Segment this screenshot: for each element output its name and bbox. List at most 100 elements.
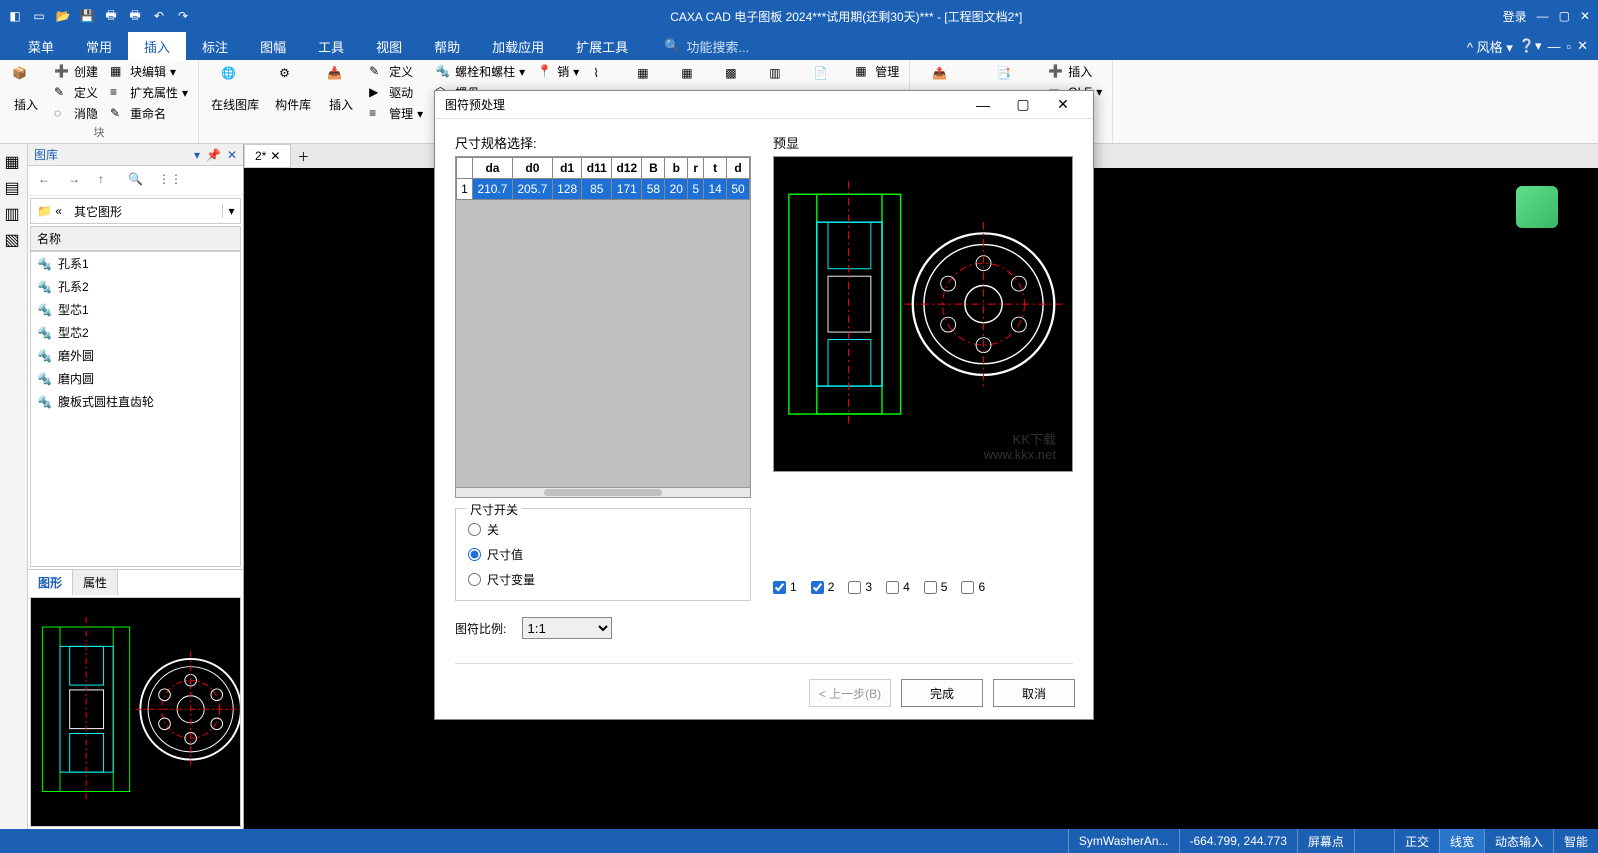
create-button[interactable]: ➕创建 bbox=[50, 62, 102, 81]
tab-attr[interactable]: 属性 bbox=[73, 570, 118, 595]
list-item[interactable]: 🔩腹板式圆柱直齿轮 bbox=[31, 390, 240, 413]
menu-item-view[interactable]: 视图 bbox=[360, 32, 418, 61]
manage-button[interactable]: ≡管理 ▾ bbox=[365, 104, 427, 123]
check-6[interactable]: 6 bbox=[961, 580, 985, 594]
partlib-button[interactable]: ⚙构件库 bbox=[269, 62, 317, 117]
define2-icon: ✎ bbox=[369, 64, 385, 80]
login-link[interactable]: 登录 bbox=[1503, 8, 1527, 25]
status-linewidth[interactable]: 线宽 bbox=[1439, 829, 1484, 853]
radio-var[interactable]: 尺寸变量 bbox=[468, 567, 738, 592]
list-item[interactable]: 🔩型芯1 bbox=[31, 298, 240, 321]
dialog-close-icon[interactable]: ✕ bbox=[1043, 96, 1083, 113]
check-5[interactable]: 5 bbox=[924, 580, 948, 594]
side-close-icon[interactable]: ✕ bbox=[227, 148, 237, 162]
search-icon: 🔍 bbox=[664, 38, 680, 54]
menu-item-addin[interactable]: 加载应用 bbox=[476, 32, 560, 61]
status-dyn[interactable]: 动态输入 bbox=[1484, 829, 1553, 853]
rail-icon-4[interactable]: ▧ bbox=[5, 230, 23, 248]
doc-tab-add[interactable]: ＋ bbox=[291, 148, 315, 165]
dialog-max-icon[interactable]: ▢ bbox=[1003, 96, 1043, 113]
insert3-button[interactable]: ➕插入 bbox=[1044, 62, 1106, 81]
maximize-icon[interactable]: ▢ bbox=[1559, 9, 1570, 23]
ribbon-group-block: 📦 插入 ➕创建 ✎定义 ◌消隐 ▦块编辑 ▾ ≡扩充属性 ▾ ✎重命名 块 bbox=[0, 60, 199, 143]
rail-icon-1[interactable]: ▦ bbox=[5, 152, 23, 170]
up-icon[interactable]: ↑ bbox=[98, 172, 116, 190]
list-item[interactable]: 🔩磨外圆 bbox=[31, 344, 240, 367]
bolt-button[interactable]: 🔩螺栓和螺柱 ▾ bbox=[431, 62, 529, 81]
prev-button[interactable]: < 上一步(B) bbox=[809, 679, 891, 707]
minimize-icon[interactable]: — bbox=[1537, 9, 1549, 23]
table-row[interactable]: 1 210.7 205.7 128 85 171 58 20 5 14 50 bbox=[457, 179, 750, 200]
close2-icon[interactable]: ✕ bbox=[1577, 38, 1588, 54]
path-drop-icon[interactable]: ▾ bbox=[222, 204, 240, 218]
menu-item-annot[interactable]: 标注 bbox=[186, 32, 244, 61]
rename-button[interactable]: ✎重命名 bbox=[106, 104, 192, 123]
menu-item-help[interactable]: 帮助 bbox=[418, 32, 476, 61]
status-screen[interactable]: 屏幕点 bbox=[1297, 829, 1354, 853]
view-icon[interactable]: ⋮⋮ bbox=[158, 172, 176, 190]
blockedit-button[interactable]: ▦块编辑 ▾ bbox=[106, 62, 192, 81]
menu-item-insert[interactable]: 插入 bbox=[128, 32, 186, 61]
table-scrollbar[interactable] bbox=[455, 488, 751, 498]
tab-shape[interactable]: 图形 bbox=[28, 570, 73, 595]
radio-off[interactable]: 关 bbox=[468, 517, 738, 542]
hide-button[interactable]: ◌消隐 bbox=[50, 104, 102, 123]
doc-tab[interactable]: 2* ✕ bbox=[244, 144, 291, 168]
check-4[interactable]: 4 bbox=[886, 580, 910, 594]
side-path[interactable]: 📁 « 其它图形 ▾ bbox=[30, 198, 241, 224]
menu-item-tools[interactable]: 工具 bbox=[302, 32, 360, 61]
check-1[interactable]: 1 bbox=[773, 580, 797, 594]
spec-table[interactable]: da d0 d1 d11 d12 B b r t d 1 bbox=[455, 156, 751, 488]
status-ortho[interactable]: 正交 bbox=[1394, 829, 1439, 853]
extattr-icon: ≡ bbox=[110, 85, 126, 101]
restore-icon[interactable]: ▫ bbox=[1566, 39, 1571, 54]
manage4-button[interactable]: ▦管理 bbox=[851, 62, 903, 81]
onlinelib-button[interactable]: 🌐在线图库 bbox=[205, 62, 265, 117]
print2-icon[interactable]: 🖶 bbox=[126, 7, 144, 25]
manage4-icon: ▦ bbox=[855, 64, 871, 80]
rail-icon-3[interactable]: ▥ bbox=[5, 204, 23, 222]
list-item[interactable]: 🔩型芯2 bbox=[31, 321, 240, 344]
finish-button[interactable]: 完成 bbox=[901, 679, 983, 707]
check-3[interactable]: 3 bbox=[848, 580, 872, 594]
min2-icon[interactable]: — bbox=[1547, 39, 1560, 54]
style-label[interactable]: ^ 风格 ▾ bbox=[1467, 37, 1513, 56]
menu-item-common[interactable]: 常用 bbox=[70, 32, 128, 61]
fwd-icon[interactable]: → bbox=[68, 172, 86, 190]
doc-tab-close-icon[interactable]: ✕ bbox=[270, 149, 280, 163]
radio-val[interactable]: 尺寸值 bbox=[468, 542, 738, 567]
list-item[interactable]: 🔩孔系2 bbox=[31, 275, 240, 298]
open-icon[interactable]: 📂 bbox=[54, 7, 72, 25]
status-smart[interactable]: 智能 bbox=[1553, 829, 1598, 853]
dialog-titlebar: 图符预处理 — ▢ ✕ bbox=[435, 91, 1093, 119]
redo-icon[interactable]: ↷ bbox=[174, 7, 192, 25]
pin-button[interactable]: 📍销 ▾ bbox=[533, 62, 583, 81]
cancel-button[interactable]: 取消 bbox=[993, 679, 1075, 707]
save-icon[interactable]: 💾 bbox=[78, 7, 96, 25]
menu-item-ext[interactable]: 扩展工具 bbox=[560, 32, 644, 61]
list-item[interactable]: 🔩磨内圆 bbox=[31, 367, 240, 390]
new-icon[interactable]: ▭ bbox=[30, 7, 48, 25]
menu-search[interactable]: 🔍 功能搜索... bbox=[664, 37, 749, 56]
extattr-button[interactable]: ≡扩充属性 ▾ bbox=[106, 83, 192, 102]
list-item[interactable]: 🔩孔系1 bbox=[31, 252, 240, 275]
insert2-button[interactable]: 📥插入 bbox=[321, 62, 361, 117]
scale-select[interactable]: 1:1 bbox=[522, 617, 612, 639]
define-button[interactable]: ✎定义 bbox=[50, 83, 102, 102]
define2-button[interactable]: ✎定义 bbox=[365, 62, 427, 81]
insert-button[interactable]: 📦 插入 bbox=[6, 62, 46, 117]
drive-button[interactable]: ▶驱动 bbox=[365, 83, 427, 102]
check-2[interactable]: 2 bbox=[811, 580, 835, 594]
close-icon[interactable]: ✕ bbox=[1580, 9, 1590, 23]
side-pin-icon[interactable]: 📌 bbox=[206, 148, 221, 162]
help-icon[interactable]: ❔▾ bbox=[1519, 38, 1542, 54]
print-icon[interactable]: 🖶 bbox=[102, 7, 120, 25]
menu-item-sheet[interactable]: 图幅 bbox=[244, 32, 302, 61]
menu-item-menu[interactable]: 菜单 bbox=[12, 32, 70, 61]
rail-icon-2[interactable]: ▤ bbox=[5, 178, 23, 196]
side-dropdown-icon[interactable]: ▾ bbox=[194, 148, 200, 162]
search2-icon[interactable]: 🔍 bbox=[128, 172, 146, 190]
back-icon[interactable]: ← bbox=[38, 172, 56, 190]
dialog-min-icon[interactable]: — bbox=[963, 97, 1003, 113]
undo-icon[interactable]: ↶ bbox=[150, 7, 168, 25]
